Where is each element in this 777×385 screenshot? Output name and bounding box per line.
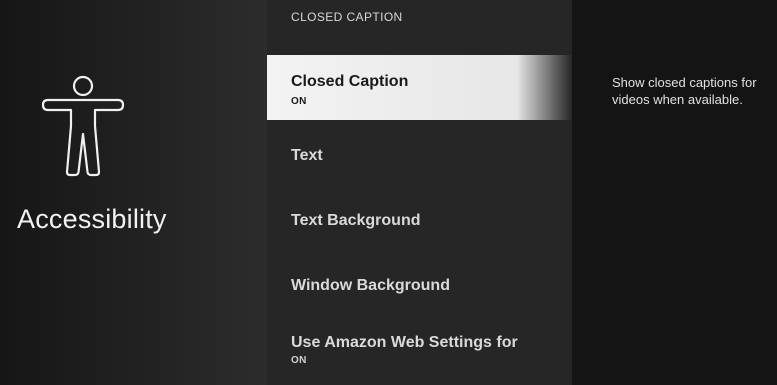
menu-item-label: Text [291,147,323,164]
menu-item-amazon-web-settings[interactable]: Use Amazon Web Settings for ON [267,317,572,385]
menu-item-closed-caption[interactable]: Closed Caption ON [267,55,572,120]
menu-item-value: ON [291,355,307,366]
menu-item-value: ON [291,96,307,107]
description-panel: Show closed captions for videos when ava… [572,0,777,385]
menu-item-label: Window Background [291,277,450,294]
menu-item-label: Use Amazon Web Settings for [291,334,518,351]
menu-item-label: Closed Caption [291,73,409,90]
menu-header: CLOSED CAPTION [291,10,403,24]
menu-item-window-background[interactable]: Window Background [267,252,572,317]
setting-description: Show closed captions for videos when ava… [612,75,757,107]
category-title: Accessibility [17,204,167,234]
menu-item-text-background[interactable]: Text Background [267,187,572,252]
closed-caption-menu: CLOSED CAPTION Closed Caption ON Text Te… [267,0,572,385]
category-panel: Accessibility [0,0,267,385]
accessibility-icon [41,75,125,177]
menu-item-label: Text Background [291,212,421,229]
menu-item-text[interactable]: Text [267,122,572,187]
